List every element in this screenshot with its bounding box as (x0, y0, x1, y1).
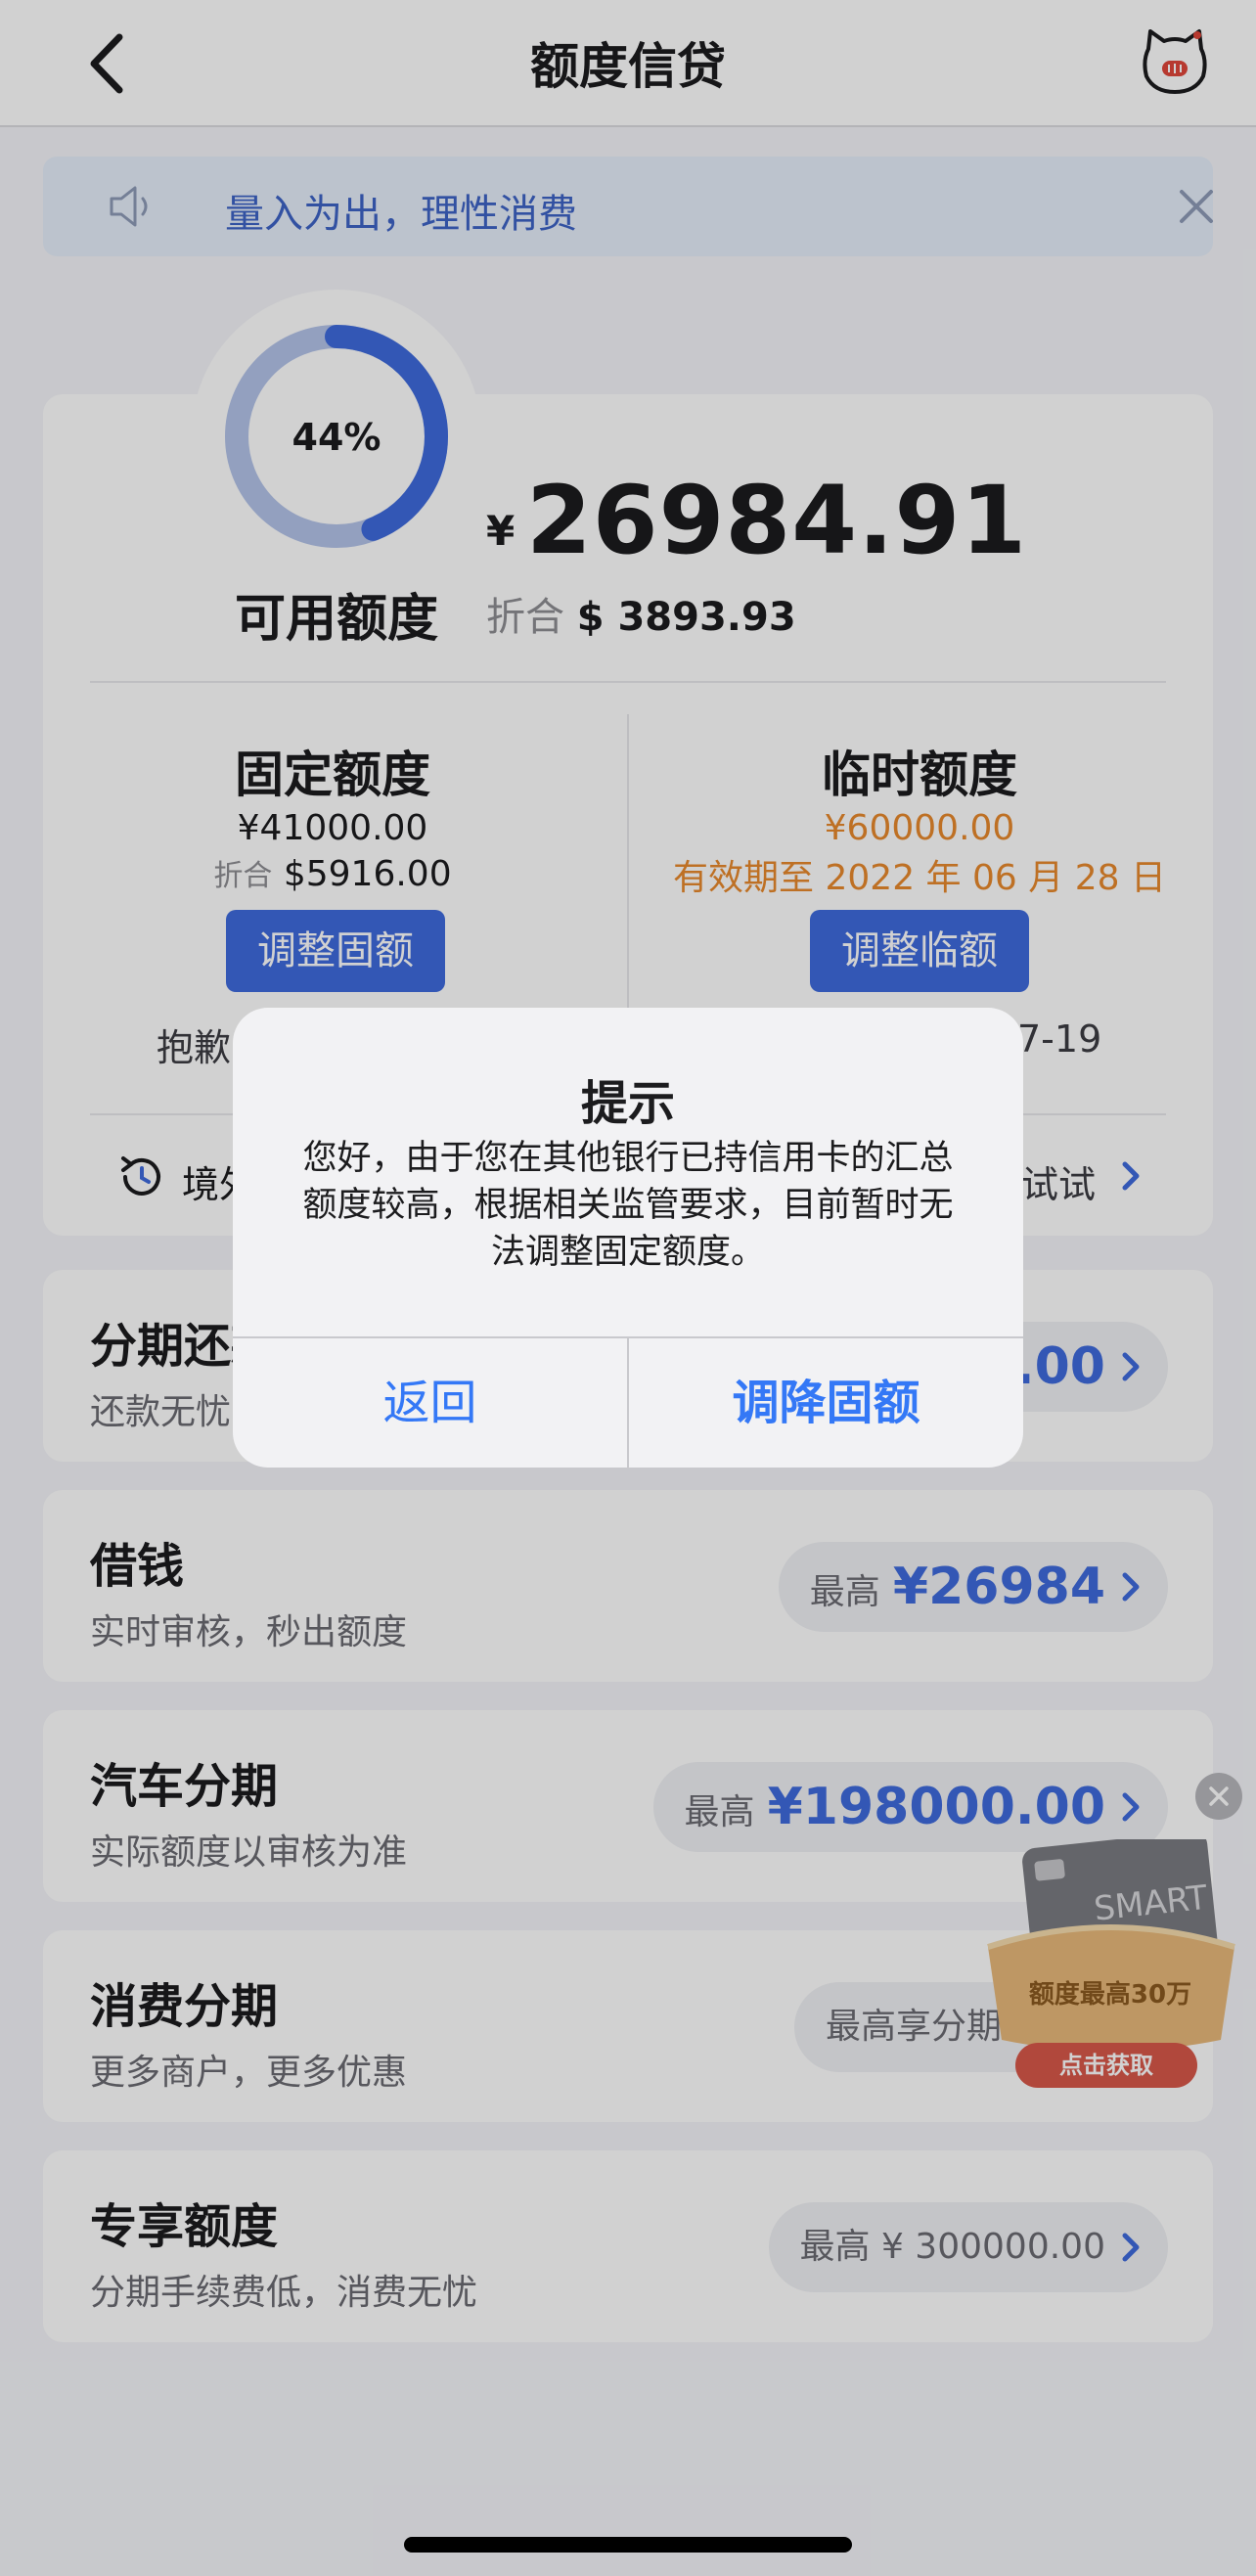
home-indicator[interactable] (404, 2537, 852, 2553)
dialog-reduce-fixed-button[interactable]: 调降固额 (629, 1338, 1023, 1468)
dialog-title: 提示 (580, 1076, 675, 1131)
dialog-message: 您好，由于您在其他银行已持信用卡的汇总额度较高，根据相关监管要求，目前暂时无法调… (302, 1139, 954, 1272)
alert-dialog: 提示 您好，由于您在其他银行已持信用卡的汇总额度较高，根据相关监管要求，目前暂时… (233, 1008, 1023, 1468)
dialog-back-button[interactable]: 返回 (233, 1338, 627, 1468)
credit-limit-page: 额度信贷 量入为出，理性消费 44% 可用额度 ¥ 26984.91 折合 $ … (0, 0, 1256, 2576)
